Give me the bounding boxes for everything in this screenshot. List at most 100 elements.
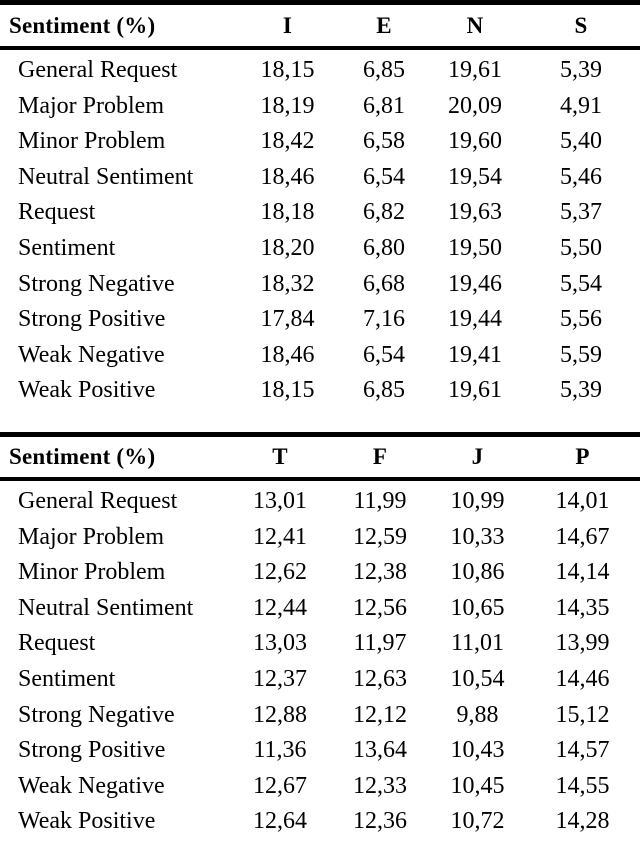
table1-body: General Request 18,15 6,85 19,61 5,39 Ma… bbox=[0, 53, 640, 409]
table2-row-1-label: Major Problem bbox=[18, 523, 164, 550]
table2-row-4-col-1: 13,03 bbox=[253, 630, 307, 657]
table-row: Sentiment 18,20 6,80 19,50 5,50 bbox=[0, 231, 640, 267]
table1-row-2-col-3: 19,60 bbox=[448, 128, 502, 155]
table1-row-0-col-3: 19,61 bbox=[448, 57, 502, 83]
table2-header-row: Sentiment (%) T F J P bbox=[0, 437, 640, 476]
table2-row-7-col-3: 10,43 bbox=[450, 737, 505, 764]
table2-row-2-label: Minor Problem bbox=[18, 559, 166, 586]
table2-row-5-col-2: 12,63 bbox=[353, 665, 407, 692]
table2-row-8-label: Weak Negative bbox=[18, 772, 165, 799]
table-row: Sentiment 12,37 12,63 10,54 14,46 bbox=[0, 662, 640, 698]
table2-row-9-col-2: 12,36 bbox=[353, 808, 407, 835]
table-row: Request 13,03 11,97 11,01 13,99 bbox=[0, 626, 640, 662]
table2-row-9-col-1: 12,64 bbox=[253, 808, 307, 835]
table2-row-3-col-3: 10,65 bbox=[450, 594, 505, 621]
table2-row-6-col-3: 9,88 bbox=[456, 701, 499, 728]
table-tf-jp: Sentiment (%) T F J P General Request 13… bbox=[0, 437, 640, 840]
table2-row-4-col-4: 13,99 bbox=[555, 630, 610, 657]
table1-row-5-col-3: 19,50 bbox=[448, 234, 502, 261]
table1-row-3-col-4: 5,46 bbox=[560, 163, 602, 190]
table2-row-6-col-1: 12,88 bbox=[253, 701, 307, 728]
table1: Sentiment (%) I E N S bbox=[0, 6, 640, 45]
table2-row-9-label: Weak Positive bbox=[18, 808, 156, 835]
table1-header-col-2: E bbox=[376, 13, 392, 38]
table-row: Minor Problem 18,42 6,58 19,60 5,40 bbox=[0, 124, 640, 160]
table1-row-7-label: Strong Positive bbox=[18, 306, 166, 333]
table1-row-3-col-2: 6,54 bbox=[363, 163, 405, 190]
table-ie-ns: Sentiment (%) I E N S General Request 18… bbox=[0, 0, 640, 437]
table1-row-9-col-4: 5,39 bbox=[560, 377, 602, 404]
table1-row-5-col-1: 18,20 bbox=[260, 234, 315, 261]
table1-row-8-col-2: 6,54 bbox=[363, 341, 405, 368]
table1-row-7-col-3: 19,44 bbox=[448, 306, 502, 333]
table2-row-1-col-4: 14,67 bbox=[555, 523, 610, 550]
table2-row-2-col-2: 12,38 bbox=[353, 559, 407, 586]
table2-row-0-col-2: 11,99 bbox=[353, 487, 407, 514]
table2-row-2-col-4: 14,14 bbox=[555, 559, 610, 586]
table2-row-1-col-3: 10,33 bbox=[450, 523, 505, 550]
table1-row-0-col-1: 18,15 bbox=[260, 57, 315, 83]
table2-row-4-label: Request bbox=[18, 630, 96, 657]
table2-row-8-col-3: 10,45 bbox=[450, 772, 505, 799]
table1-row-9-col-2: 6,85 bbox=[363, 377, 405, 404]
table2-row-9-col-3: 10,72 bbox=[450, 808, 505, 835]
table1-row-4-col-4: 5,37 bbox=[560, 199, 602, 226]
table2-row-3-col-2: 12,56 bbox=[353, 594, 407, 621]
table1-row-4-label: Request bbox=[18, 199, 96, 226]
table1-row-8-col-1: 18,46 bbox=[260, 341, 315, 368]
table-row: Strong Negative 12,88 12,12 9,88 15,12 bbox=[0, 698, 640, 734]
table1-row-2-col-1: 18,42 bbox=[260, 128, 315, 155]
table-row: Minor Problem 12,62 12,38 10,86 14,14 bbox=[0, 555, 640, 591]
table2-row-8-col-1: 12,67 bbox=[253, 772, 307, 799]
table1-row-5-label: Sentiment bbox=[18, 234, 116, 261]
table1-row-6-col-4: 5,54 bbox=[560, 270, 602, 297]
table2-row-6-col-4: 15,12 bbox=[555, 701, 610, 728]
table2-header-col-4: P bbox=[575, 443, 590, 469]
table1-row-4-col-1: 18,18 bbox=[260, 199, 315, 226]
table1-row-9-col-3: 19,61 bbox=[448, 377, 502, 404]
table-row: Strong Negative 18,32 6,68 19,46 5,54 bbox=[0, 267, 640, 303]
table1-row-0-col-2: 6,85 bbox=[363, 57, 405, 83]
table2-row-8-col-2: 12,33 bbox=[353, 772, 407, 799]
table1-bottom-spacer bbox=[0, 408, 640, 431]
table2-header-col-1: T bbox=[272, 443, 288, 469]
table2-body: General Request 13,01 11,99 10,99 14,01 … bbox=[0, 484, 640, 840]
table1-row-1-col-1: 18,19 bbox=[260, 92, 315, 119]
table1-header-label: Sentiment (%) bbox=[9, 13, 156, 38]
table2-row-0-col-3: 10,99 bbox=[450, 487, 505, 514]
table2-row-2-col-1: 12,62 bbox=[253, 559, 307, 586]
table2-row-5-col-4: 14,46 bbox=[555, 665, 610, 692]
table1-row-7-col-4: 5,56 bbox=[560, 306, 602, 333]
table2-header-label: Sentiment (%) bbox=[9, 443, 156, 469]
document-page: Sentiment (%) I E N S General Request 18… bbox=[0, 0, 640, 847]
table2-row-2-col-3: 10,86 bbox=[450, 559, 505, 586]
table2-row-6-label: Strong Negative bbox=[18, 701, 175, 728]
table1-row-8-col-3: 19,41 bbox=[448, 341, 502, 368]
table1-header-col-4: S bbox=[574, 13, 588, 38]
table1-row-7-col-2: 7,16 bbox=[363, 306, 405, 333]
table1-row-3-label: Neutral Sentiment bbox=[18, 163, 194, 190]
table2-row-1-col-1: 12,41 bbox=[253, 523, 307, 550]
table1-header-row: Sentiment (%) I E N S bbox=[0, 6, 640, 45]
table-row: Request 18,18 6,82 19,63 5,37 bbox=[0, 195, 640, 231]
table1-header-col-1: I bbox=[282, 13, 293, 38]
table2-row-4-col-3: 11,01 bbox=[450, 630, 505, 657]
table1-row-9-col-1: 18,15 bbox=[260, 377, 315, 404]
table2-row-3-label: Neutral Sentiment bbox=[18, 594, 194, 621]
table1-row-3-col-3: 19,54 bbox=[448, 163, 502, 190]
table1-row-8-col-4: 5,59 bbox=[560, 341, 602, 368]
table-row: General Request 18,15 6,85 19,61 5,39 bbox=[0, 53, 640, 89]
table1-header-col-3: N bbox=[466, 13, 484, 38]
table1-row-0-col-4: 5,39 bbox=[560, 57, 602, 83]
table2-row-9-col-4: 14,28 bbox=[555, 808, 610, 835]
table-row: Major Problem 12,41 12,59 10,33 14,67 bbox=[0, 520, 640, 556]
table2: Sentiment (%) T F J P bbox=[0, 437, 640, 476]
table1-row-6-col-3: 19,46 bbox=[448, 270, 502, 297]
table2-row-8-col-4: 14,55 bbox=[555, 772, 610, 799]
table1-row-2-col-4: 5,40 bbox=[560, 128, 602, 155]
table-row: Weak Negative 12,67 12,33 10,45 14,55 bbox=[0, 769, 640, 805]
table2-row-0-col-1: 13,01 bbox=[253, 487, 307, 514]
table1-row-4-col-3: 19,63 bbox=[448, 199, 502, 226]
table1-row-6-col-1: 18,32 bbox=[260, 270, 315, 297]
table2-row-5-col-1: 12,37 bbox=[253, 665, 307, 692]
